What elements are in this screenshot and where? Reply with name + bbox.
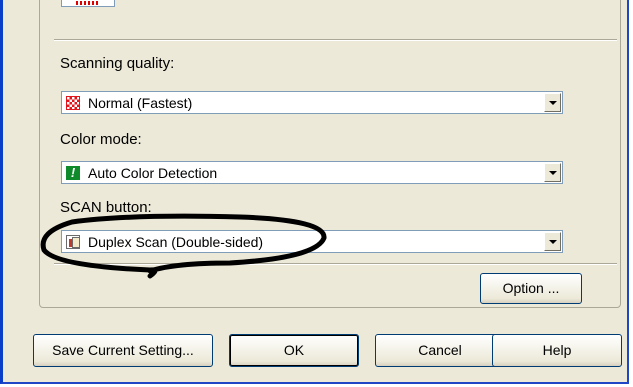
chevron-down-icon[interactable]: [544, 93, 561, 112]
scan-button-dropdown[interactable]: Duplex Scan (Double-sided): [61, 230, 563, 253]
cancel-button[interactable]: Cancel: [375, 334, 505, 367]
color-mode-label: Color mode:: [60, 131, 142, 148]
scanning-quality-dropdown[interactable]: Normal (Fastest): [61, 91, 563, 114]
scanning-quality-value: Normal (Fastest): [88, 95, 193, 111]
red-checker-icon: [76, 1, 98, 5]
group-separator-bottom: [54, 263, 617, 265]
scan-button-label: SCAN button:: [60, 199, 152, 216]
group-separator: [54, 39, 617, 41]
scanner-settings-dialog: Scanning quality: Normal (Fastest) Color…: [0, 0, 629, 384]
color-mode-dropdown[interactable]: ! Auto Color Detection: [61, 161, 563, 184]
ok-button[interactable]: OK: [229, 334, 359, 367]
option-button[interactable]: Option ...: [480, 273, 582, 304]
red-checker-icon: [66, 96, 80, 110]
save-current-setting-button[interactable]: Save Current Setting...: [33, 334, 213, 367]
scan-button-value: Duplex Scan (Double-sided): [88, 234, 264, 250]
green-exclamation-icon: !: [66, 166, 80, 180]
top-partial-combo: [61, 0, 115, 7]
settings-group-box: [39, 0, 621, 308]
scanning-quality-label: Scanning quality:: [60, 55, 175, 72]
help-button[interactable]: Help: [492, 334, 622, 367]
duplex-page-icon: [66, 235, 80, 249]
color-mode-value: Auto Color Detection: [88, 165, 218, 181]
chevron-down-icon[interactable]: [544, 232, 561, 251]
chevron-down-icon[interactable]: [544, 163, 561, 182]
